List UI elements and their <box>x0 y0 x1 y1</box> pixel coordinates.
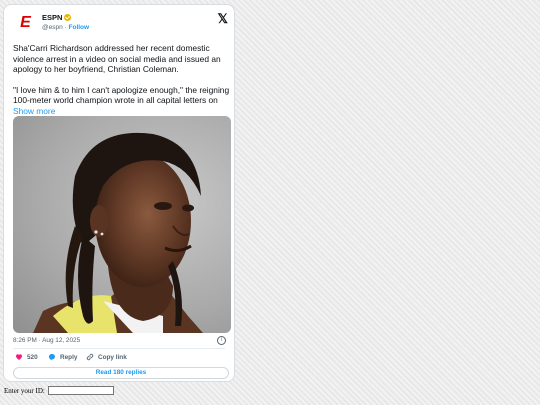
tweet-header: E ESPN @espn · Follow 𝕏 <box>14 11 228 36</box>
copy-link-label: Copy link <box>98 353 127 361</box>
show-more-link[interactable]: Show more <box>13 106 55 116</box>
id-input[interactable] <box>47 386 114 395</box>
author-name[interactable]: ESPN <box>42 13 62 22</box>
handle-row: @espn · Follow <box>42 24 89 31</box>
id-label: Enter your ID: <box>4 386 45 395</box>
like-count: 520 <box>27 353 38 361</box>
tweet-text: Sha'Carri Richardson addressed her recen… <box>13 43 231 127</box>
espn-logo[interactable]: E <box>14 12 36 34</box>
tweet-timestamp[interactable]: 8:26 PM · Aug 12, 2025 <box>13 337 80 344</box>
link-icon <box>86 353 94 361</box>
espn-logo-letter: E <box>20 14 31 31</box>
info-icon[interactable]: i <box>217 336 226 345</box>
tweet-actions: 520 Reply Copy link <box>13 353 227 363</box>
tweet-paragraph-1: Sha'Carri Richardson addressed her recen… <box>13 43 221 75</box>
divider <box>13 348 225 349</box>
reply-bubble-icon <box>48 354 55 361</box>
follow-button[interactable]: Follow <box>69 24 90 31</box>
author-row: ESPN <box>42 13 72 22</box>
athlete-photo-illustration <box>33 132 203 333</box>
like-button[interactable]: 520 <box>15 353 38 361</box>
tweet-paragraph-2: "I love him & to him I can't apologize e… <box>13 85 231 117</box>
author-handle[interactable]: @espn <box>42 24 63 31</box>
read-replies-button[interactable]: Read 180 replies <box>13 367 229 379</box>
x-logo-icon[interactable]: 𝕏 <box>218 11 228 27</box>
reply-label: Reply <box>60 353 78 361</box>
reply-button[interactable]: Reply <box>48 353 77 361</box>
tweet-card: E ESPN @espn · Follow 𝕏 Sha'Carri Richar… <box>3 4 235 382</box>
handle-separator: · <box>64 24 67 31</box>
copy-link-button[interactable]: Copy link <box>86 353 127 361</box>
verified-badge-icon <box>64 14 72 21</box>
id-form: Enter your ID: <box>4 386 114 395</box>
tweet-photo[interactable] <box>13 116 231 333</box>
tweet-paragraph-2-text: "I love him & to him I can't apologize e… <box>13 84 230 106</box>
heart-icon <box>16 354 22 360</box>
